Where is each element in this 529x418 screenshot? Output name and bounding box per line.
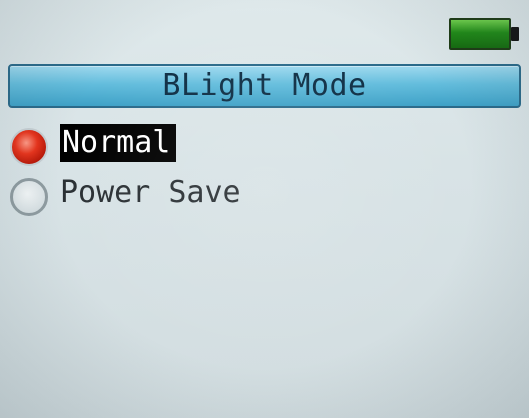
option-label-power-save: Power Save	[60, 175, 241, 210]
page-title: BLight Mode	[162, 68, 367, 103]
option-normal[interactable]: Normal	[8, 120, 408, 166]
radio-checked-icon[interactable]	[10, 128, 48, 166]
option-label-normal: Normal	[60, 124, 177, 162]
battery-full-icon	[449, 18, 519, 50]
battery-tip	[511, 27, 519, 41]
option-power-save[interactable]: Power Save	[8, 170, 408, 216]
title-bar: BLight Mode	[8, 64, 521, 108]
radio-unchecked-icon[interactable]	[10, 178, 48, 216]
status-bar	[0, 0, 529, 62]
battery-body	[449, 18, 511, 50]
device-screen: BLight Mode Normal Power Save	[0, 0, 529, 418]
